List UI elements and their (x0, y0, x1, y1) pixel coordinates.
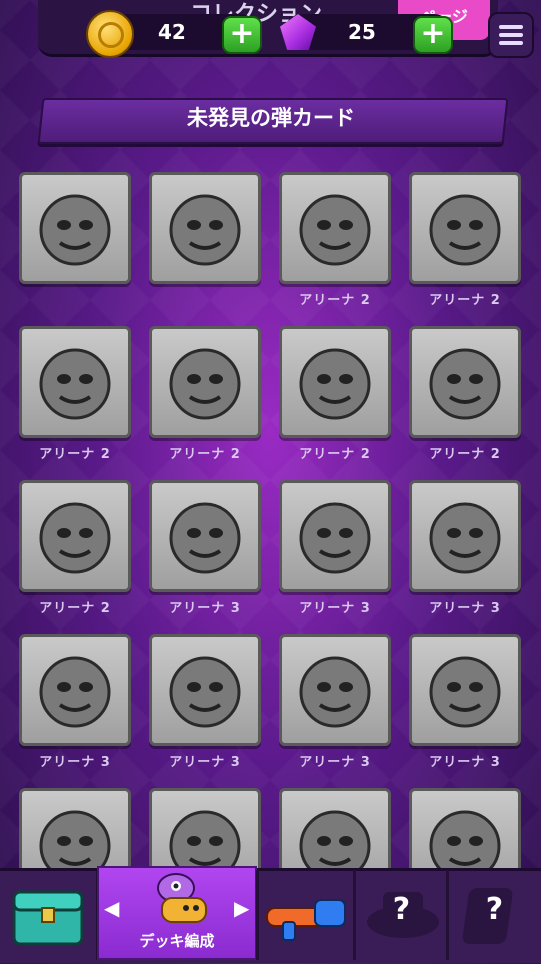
nav-separator (446, 870, 449, 960)
card-arena-label: アリーナ 3 (169, 601, 241, 616)
viking-icon (169, 194, 241, 266)
card-arena-label: アリーナ 2 (39, 601, 111, 616)
astronaut-helmet-icon (169, 348, 241, 420)
add-coins-button[interactable]: + (222, 16, 262, 54)
nav-locked-tab-2[interactable]: ? (448, 870, 541, 960)
nav-separator (256, 870, 259, 960)
blaster-icon (266, 899, 346, 941)
card-arena-label: アリーナ 3 (429, 601, 501, 616)
football-helmet-icon (39, 348, 111, 420)
boxing-glove-icon (429, 656, 501, 728)
deck-character-icon (157, 873, 207, 923)
card-arena-label: アリーナ 3 (299, 755, 371, 770)
gems-value: 25 (348, 20, 376, 44)
bullet-card-chameleon[interactable] (279, 480, 391, 592)
mummy-icon (39, 502, 111, 574)
card-arena-label: アリーナ 2 (429, 447, 501, 462)
locked-glyph: ? (392, 892, 411, 927)
card-arena-label: アリーナ 3 (429, 755, 501, 770)
menu-button[interactable] (488, 12, 534, 58)
card-arena-label: アリーナ 3 (39, 755, 111, 770)
nav-weapon-tab[interactable] (259, 870, 355, 960)
nav-locked-tab-1[interactable]: ? (355, 870, 448, 960)
bullet-card-wizard[interactable] (149, 634, 261, 746)
bullet-card-egg-creature[interactable] (149, 480, 261, 592)
pumpkin-icon (39, 194, 111, 266)
arrow-left-icon[interactable]: ◀ (104, 896, 119, 920)
bullet-card-potion[interactable] (409, 480, 521, 592)
bullet-card-boxing-glove[interactable] (409, 634, 521, 746)
coins-value: 42 (158, 20, 186, 44)
add-gems-button[interactable]: + (413, 16, 453, 54)
card-arena-label: アリーナ 2 (39, 447, 111, 462)
card-arena-label: アリーナ 2 (299, 447, 371, 462)
card-arena-label: アリーナ 3 (299, 601, 371, 616)
cyclops-cat-icon (299, 656, 371, 728)
card-arena-label: アリーナ 2 (429, 293, 501, 308)
furball-icon (299, 194, 371, 266)
bullet-card-ghost[interactable] (409, 172, 521, 284)
card-arena-label: アリーナ 2 (169, 447, 241, 462)
ghost-icon (429, 194, 501, 266)
card-arena-label: アリーナ 3 (169, 755, 241, 770)
locked-glyph: ? (485, 892, 504, 927)
bullet-card-furball[interactable] (279, 172, 391, 284)
deck-tab-label: デッキ編成 (139, 932, 215, 950)
coin-icon (86, 10, 134, 58)
egg-creature-icon (169, 502, 241, 574)
potion-icon (429, 502, 501, 574)
bullet-card-football-helmet[interactable] (19, 326, 131, 438)
card-arena-label: アリーナ 2 (299, 293, 371, 308)
bullet-card-cyclops-cat[interactable] (279, 634, 391, 746)
bullet-card-astronaut-helmet[interactable] (149, 326, 261, 438)
menu-icon-line (499, 41, 523, 45)
clown-icon (39, 656, 111, 728)
dice-icon (299, 348, 371, 420)
section-title: 未発見の弾カード (187, 106, 355, 130)
bullet-card-flower[interactable] (409, 326, 521, 438)
bullet-card-mummy[interactable] (19, 480, 131, 592)
bullet-card-pumpkin[interactable] (19, 172, 131, 284)
bullet-card-viking[interactable] (149, 172, 261, 284)
menu-icon-line (499, 33, 523, 37)
chest-icon (12, 890, 84, 946)
nav-chest-tab[interactable] (0, 870, 97, 960)
nav-separator (353, 870, 356, 960)
wizard-icon (169, 656, 241, 728)
chameleon-icon (299, 502, 371, 574)
flower-icon (429, 348, 501, 420)
bullet-card-dice[interactable] (279, 326, 391, 438)
bullet-card-clown[interactable] (19, 634, 131, 746)
arrow-right-icon[interactable]: ▶ (234, 896, 249, 920)
menu-icon-line (499, 25, 523, 29)
